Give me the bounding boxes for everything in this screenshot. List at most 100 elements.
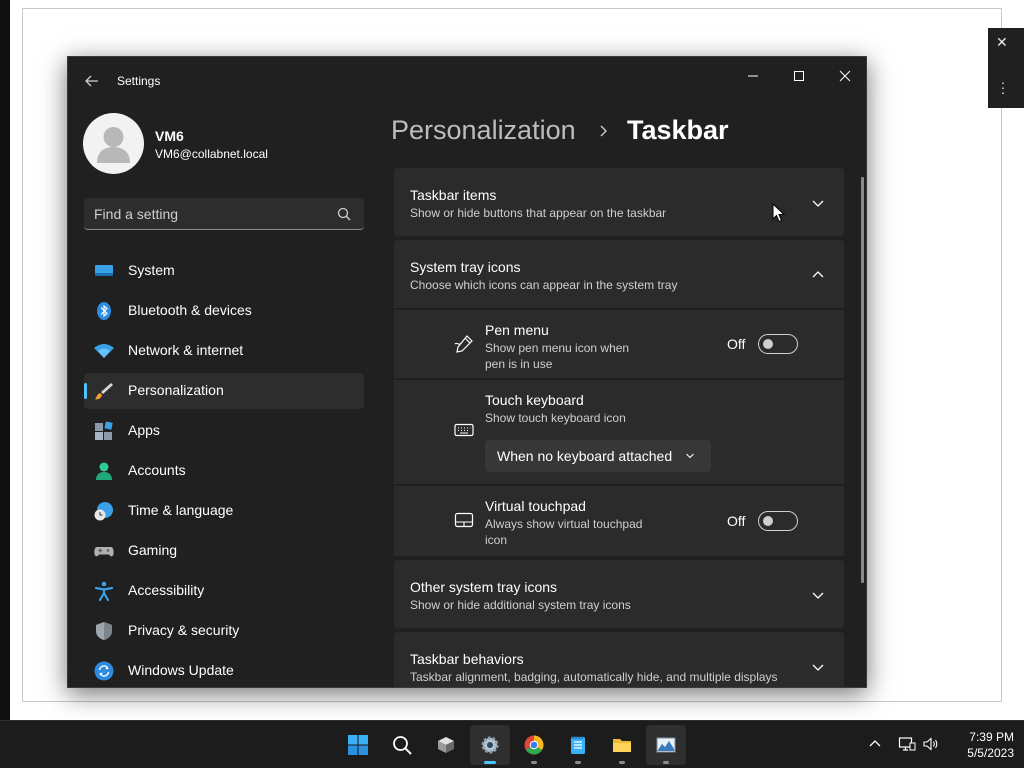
cube-app-icon <box>438 737 454 753</box>
taskbar-search-button[interactable] <box>382 725 422 765</box>
search-icon[interactable] <box>336 206 352 222</box>
taskbar-clock[interactable]: 7:39 PM 5/5/2023 <box>944 729 1014 761</box>
search-input[interactable] <box>94 204 324 224</box>
volume-icon[interactable] <box>922 735 940 753</box>
gamepad-icon <box>94 547 114 557</box>
chevron-down-icon[interactable] <box>811 588 825 602</box>
brush-icon <box>95 383 113 400</box>
section-taskbar-items[interactable]: Taskbar items Show or hide buttons that … <box>394 168 844 236</box>
nav-label: Bluetooth & devices <box>128 302 252 318</box>
taskbar-app-cube[interactable] <box>426 725 466 765</box>
taskbar-settings[interactable] <box>470 725 510 765</box>
section-title: Taskbar items <box>410 187 497 203</box>
network-icon[interactable] <box>898 735 916 753</box>
taskbar-settings-content: Taskbar items Show or hide buttons that … <box>394 168 844 687</box>
nav-item-privacy[interactable]: Privacy & security <box>84 613 364 649</box>
section-other-tray-icons[interactable]: Other system tray icons Show or hide add… <box>394 560 844 628</box>
running-app-indicator <box>531 761 537 764</box>
mouse-cursor-icon <box>772 203 786 223</box>
section-taskbar-behaviors[interactable]: Taskbar behaviors Taskbar alignment, bad… <box>394 632 844 687</box>
nav-item-bluetooth[interactable]: Bluetooth & devices <box>84 293 364 329</box>
notepad-icon <box>571 736 585 754</box>
setting-pen-menu: Pen menu Show pen menu icon when pen is … <box>394 310 844 378</box>
section-subtitle: Show or hide buttons that appear on the … <box>410 206 667 220</box>
taskbar-file-explorer[interactable] <box>602 725 642 765</box>
chevron-up-icon[interactable] <box>811 268 825 282</box>
nav-item-personalization[interactable]: Personalization <box>84 373 364 409</box>
breadcrumb-parent[interactable]: Personalization <box>391 115 576 146</box>
touch-keyboard-dropdown[interactable]: When no keyboard attached <box>485 440 711 472</box>
clock-time: 7:39 PM <box>969 730 1014 744</box>
active-indicator <box>84 383 87 399</box>
nav-item-accounts[interactable]: Accounts <box>84 453 364 489</box>
settings-window: Settings VM6 VM6@collabnet.local Find a … <box>67 56 867 688</box>
title-bar: Settings <box>68 57 867 105</box>
update-icon <box>94 661 114 681</box>
nav-label: Gaming <box>128 542 178 558</box>
nav-label: Accounts <box>128 462 186 478</box>
dropdown-selected-value: When no keyboard attached <box>497 448 673 464</box>
nav-item-windows-update[interactable]: Windows Update <box>84 653 364 687</box>
page-title: Taskbar <box>627 115 729 145</box>
start-icon <box>348 735 368 755</box>
nav-label: Privacy & security <box>128 622 240 638</box>
system-icon <box>95 265 113 276</box>
chevron-down-icon[interactable] <box>811 660 825 674</box>
nav-label: Windows Update <box>128 662 234 678</box>
running-app-indicator <box>663 761 669 764</box>
shield-icon <box>96 622 112 640</box>
settings-search[interactable] <box>84 198 364 230</box>
pen-icon <box>454 335 473 353</box>
toggle-knob <box>763 339 773 349</box>
running-app-indicator <box>575 761 581 764</box>
taskbar-start-button[interactable] <box>338 725 378 765</box>
chrome-icon <box>524 735 544 755</box>
taskbar-chrome[interactable] <box>514 725 554 765</box>
taskbar: 7:39 PM 5/5/2023 <box>0 720 1024 768</box>
background-more-icon[interactable]: · · · <box>1000 75 1006 99</box>
section-title: Other system tray icons <box>410 579 558 595</box>
content-scrollbar[interactable] <box>861 177 864 583</box>
nav-item-apps[interactable]: Apps <box>84 413 364 449</box>
setting-description: Show touch keyboard icon <box>485 411 626 425</box>
chevron-up-icon[interactable] <box>866 735 884 753</box>
background-close-icon[interactable]: ✕ <box>996 34 1008 51</box>
close-button[interactable] <box>822 61 867 91</box>
bluetooth-icon <box>97 302 111 320</box>
section-system-tray-icons[interactable]: System tray icons Choose which icons can… <box>394 240 844 308</box>
nav-label: System <box>128 262 175 278</box>
search-icon <box>393 736 412 755</box>
keyboard-icon <box>454 423 474 437</box>
chevron-down-icon[interactable] <box>811 196 825 210</box>
avatar[interactable] <box>83 113 144 174</box>
pen-menu-toggle[interactable] <box>758 334 798 354</box>
setting-virtual-touchpad: Virtual touchpad Always show virtual tou… <box>394 486 844 556</box>
taskbar-notepad[interactable] <box>558 725 598 765</box>
active-app-indicator <box>484 761 496 764</box>
maximize-button[interactable] <box>776 61 822 91</box>
settings-icon <box>481 736 499 754</box>
setting-description: Always show virtual touchpad icon <box>485 517 643 547</box>
minimize-button[interactable] <box>730 61 776 91</box>
nav-label: Network & internet <box>128 342 244 358</box>
nav-item-system[interactable]: System <box>84 253 364 289</box>
virtual-touchpad-toggle[interactable] <box>758 511 798 531</box>
window-title: Settings <box>117 74 161 88</box>
image-app-icon <box>656 737 676 753</box>
nav-item-network[interactable]: Network & internet <box>84 333 364 369</box>
nav-item-accessibility[interactable]: Accessibility <box>84 573 364 609</box>
nav-item-time-language[interactable]: Time & language <box>84 493 364 529</box>
running-app-indicator <box>619 761 625 764</box>
file-explorer-icon <box>613 739 631 752</box>
taskbar-image-app[interactable] <box>646 725 686 765</box>
section-subtitle: Show or hide additional system tray icon… <box>410 598 631 612</box>
user-avatar-icon <box>97 127 130 163</box>
apps-icon <box>95 421 113 440</box>
wifi-icon <box>94 344 114 358</box>
back-arrow-icon[interactable] <box>82 71 102 91</box>
toggle-state-label: Off <box>727 336 746 352</box>
chevron-right-icon <box>600 125 607 137</box>
nav-item-gaming[interactable]: Gaming <box>84 533 364 569</box>
section-subtitle: Choose which icons can appear in the sys… <box>410 278 678 292</box>
setting-title: Touch keyboard <box>485 392 584 408</box>
